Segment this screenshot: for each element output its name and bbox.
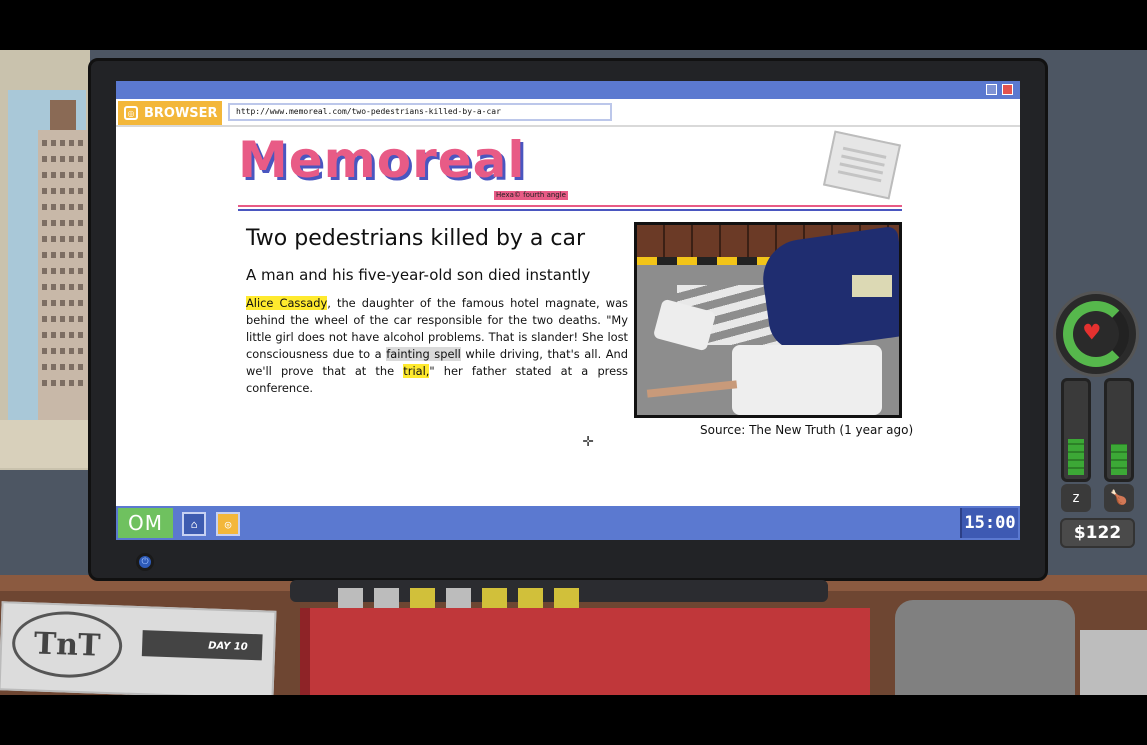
article-headline: Two pedestrians killed by a car	[246, 226, 586, 251]
monitor-keys	[338, 588, 579, 610]
hunger-meter-fill	[1111, 444, 1127, 475]
browser-icon: ◎	[124, 106, 138, 120]
hunger-meter	[1104, 378, 1134, 482]
window-titlebar[interactable]	[116, 81, 1020, 99]
sleep-meter-fill	[1068, 439, 1084, 475]
divider-blue	[238, 209, 902, 211]
start-button[interactable]: OM	[118, 508, 173, 538]
money-display: $122	[1060, 518, 1135, 548]
desk-keyboard	[1080, 630, 1147, 695]
browser-tab[interactable]: ◎ BROWSER	[118, 101, 222, 125]
browser-tab-label: BROWSER	[144, 105, 218, 121]
window	[0, 50, 90, 470]
day-label: DAY 10	[141, 630, 263, 661]
food-icon: 🍗	[1104, 484, 1134, 512]
home-icon[interactable]: ⌂	[182, 512, 206, 536]
heart-icon: ♥	[1084, 318, 1100, 348]
building	[38, 130, 90, 420]
key-7[interactable]	[554, 588, 579, 610]
water-tower	[50, 100, 76, 130]
keyword-fainting-spell[interactable]: fainting spell	[386, 347, 461, 361]
article-source: Source: The New Truth (1 year ago)	[700, 423, 914, 437]
key-5[interactable]	[482, 588, 507, 610]
taskbar: OM ⌂ ◎ 15:00	[116, 506, 1020, 540]
health-meter: ♥	[1053, 291, 1139, 377]
photo-car-window	[852, 275, 892, 297]
key-3[interactable]	[410, 588, 435, 610]
divider-pink	[238, 205, 902, 207]
site-tagline: Hexa© fourth angle	[494, 191, 568, 200]
minimize-button[interactable]	[986, 84, 997, 95]
browser-icon[interactable]: ◎	[216, 512, 240, 536]
computer-screen: ◎ BROWSER http://www.memoreal.com/two-pe…	[116, 81, 1020, 540]
sleep-meter	[1061, 378, 1091, 482]
article-photo	[634, 222, 902, 418]
newspaper-icon	[822, 130, 902, 200]
keyword-name[interactable]: Alice Cassady	[246, 296, 328, 310]
key-6[interactable]	[518, 588, 543, 610]
key-4[interactable]	[446, 588, 471, 610]
url-field[interactable]: http://www.memoreal.com/two-pedestrians-…	[228, 103, 612, 121]
power-button[interactable]: ⏻	[136, 553, 154, 571]
keyword-trial[interactable]: trial,	[403, 364, 430, 378]
site-logo[interactable]: Memoreal	[238, 135, 526, 185]
desk-notebook[interactable]	[300, 608, 870, 695]
key-1[interactable]	[338, 588, 363, 610]
desk-newspaper[interactable]: TnT DAY 10	[0, 601, 277, 700]
close-button[interactable]	[1002, 84, 1013, 95]
desk-phone[interactable]	[895, 600, 1075, 695]
article-subhead: A man and his five-year-old son died ins…	[246, 266, 591, 284]
photo-sheet	[732, 345, 882, 415]
taskbar-clock: 15:00	[960, 508, 1018, 538]
key-2[interactable]	[374, 588, 399, 610]
newspaper-logo: TnT	[11, 609, 124, 680]
browser-address-row: ◎ BROWSER http://www.memoreal.com/two-pe…	[116, 99, 1020, 127]
window-sill	[0, 420, 90, 468]
letterbox-bottom	[0, 695, 1147, 745]
letterbox-top	[0, 0, 1147, 50]
sleep-icon: z	[1061, 484, 1091, 512]
crosshair-cursor-icon: ✛	[582, 430, 594, 451]
article-body: Alice Cassady, the daughter of the famou…	[246, 295, 628, 397]
